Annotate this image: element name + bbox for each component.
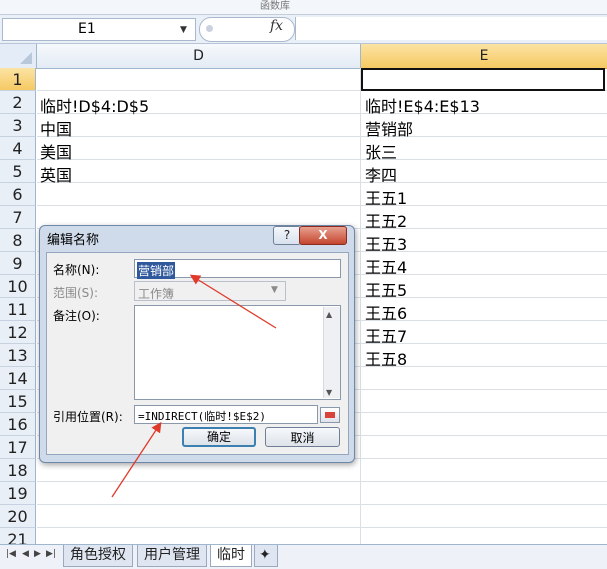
arrow-to-refers xyxy=(111,421,162,498)
arrow-to-name xyxy=(189,274,277,329)
annotation-arrows xyxy=(111,274,277,498)
